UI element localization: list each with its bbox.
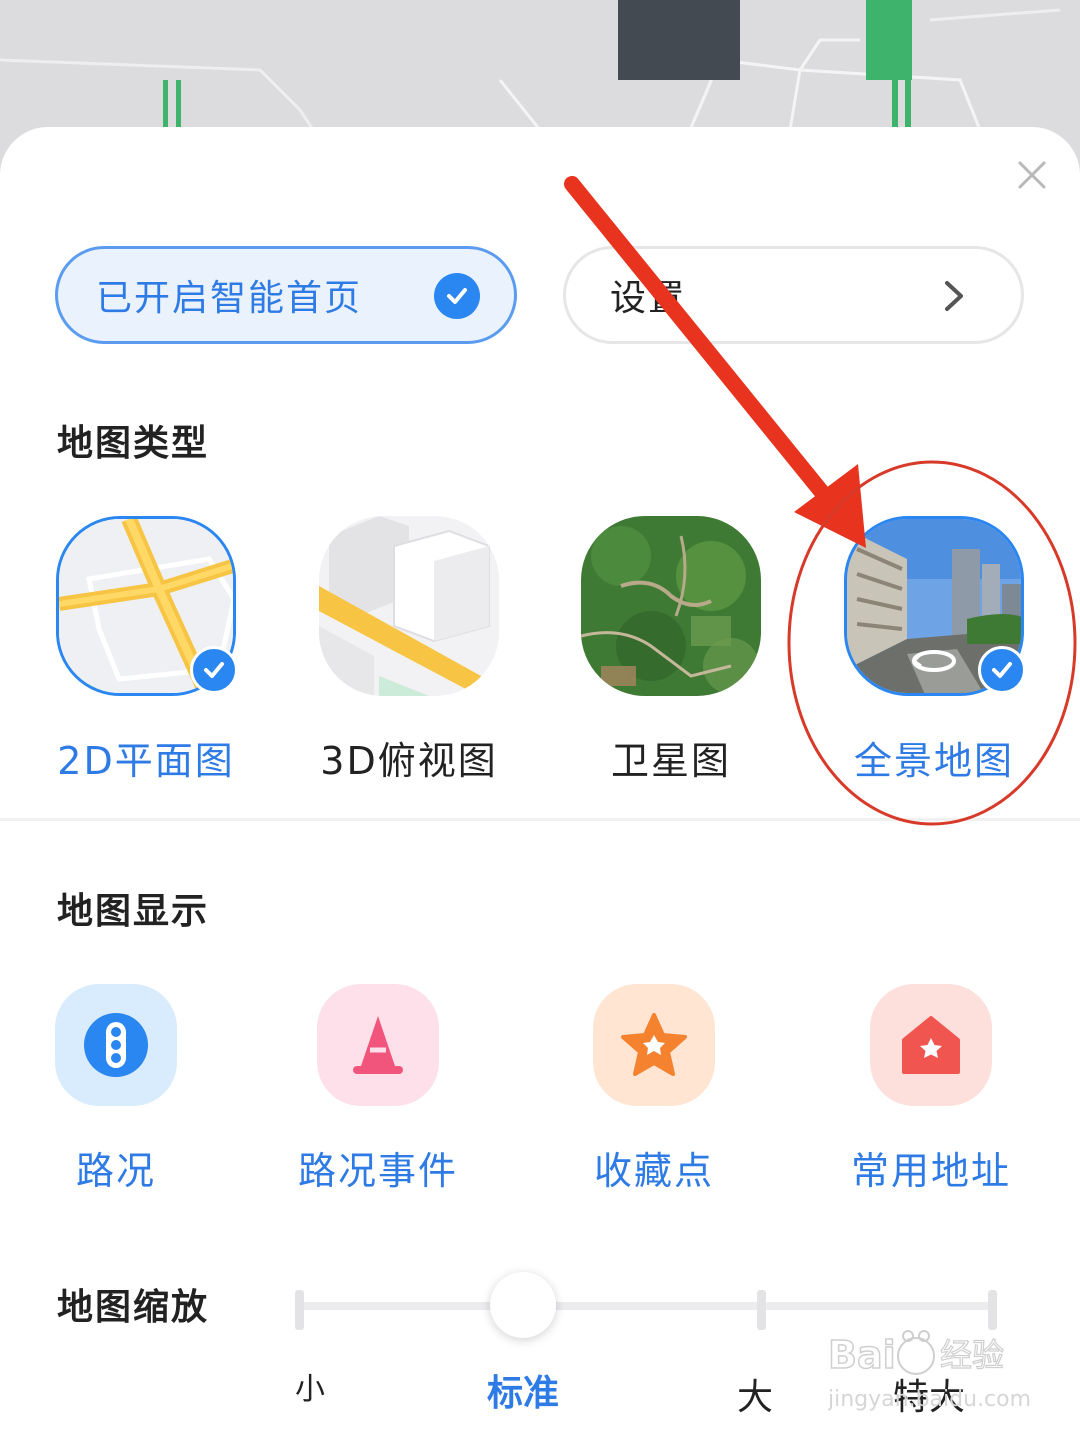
map-building (618, 0, 740, 80)
baidu-jingyan-watermark: Bai 经验 jingyan.baidu.com (828, 1330, 1031, 1412)
check-icon (978, 646, 1026, 694)
map-type-panorama-label: 全景地图 (853, 739, 1014, 783)
zoom-tick-large (757, 1290, 766, 1330)
map-display-title: 地图显示 (57, 891, 210, 932)
map-type-2d[interactable] (56, 516, 238, 696)
traffic-light-icon (84, 1013, 148, 1077)
settings-label: 设置 (610, 278, 687, 319)
zoom-level-standard[interactable]: 标准 (487, 1364, 559, 1416)
smart-home-label: 已开启智能首页 (96, 278, 363, 319)
map-type-3d[interactable] (319, 516, 499, 696)
map-type-3d-label: 3D俯视图 (320, 739, 498, 783)
star-icon (621, 1013, 687, 1076)
chevron-right-icon (945, 281, 963, 311)
settings-button[interactable]: 设置 (563, 246, 1024, 344)
map-green-line (866, 0, 912, 80)
traffic-cone-icon (353, 1016, 403, 1074)
zoom-slider-track[interactable] (298, 1302, 994, 1310)
svg-text:Bai: Bai (828, 1333, 896, 1377)
section-divider (0, 818, 1080, 821)
common-address-label: 常用地址 (850, 1149, 1011, 1193)
map-type-panorama[interactable] (844, 516, 1026, 696)
map-type-2d-label: 2D平面图 (57, 739, 235, 783)
map-type-title: 地图类型 (57, 423, 210, 464)
check-icon (434, 273, 480, 319)
home-icon (902, 1016, 960, 1074)
zoom-tick-small (295, 1290, 304, 1330)
traffic-events-label: 路况事件 (297, 1149, 458, 1193)
traffic-events-toggle[interactable] (317, 984, 439, 1106)
svg-text:经验: 经验 (940, 1336, 1004, 1374)
map-type-satellite-label: 卫星图 (610, 739, 731, 783)
smart-home-toggle[interactable]: 已开启智能首页 (55, 246, 517, 344)
close-icon[interactable] (1012, 155, 1052, 195)
favorites-label: 收藏点 (593, 1149, 714, 1193)
map-type-satellite[interactable] (581, 516, 761, 696)
map-satellite-thumbnail (581, 516, 761, 696)
svg-text:jingyan.baidu.com: jingyan.baidu.com (828, 1387, 1031, 1412)
zoom-slider-handle[interactable] (490, 1272, 556, 1338)
traffic-label: 路况 (75, 1149, 156, 1193)
check-icon (190, 646, 238, 694)
map-zoom-title: 地图缩放 (57, 1287, 210, 1328)
zoom-level-large[interactable]: 大 (737, 1368, 773, 1420)
common-address-toggle[interactable] (870, 984, 992, 1106)
traffic-toggle[interactable] (55, 984, 177, 1106)
favorites-toggle[interactable] (593, 984, 715, 1106)
zoom-level-small[interactable]: 小 (295, 1364, 325, 1408)
map-3d-thumbnail (319, 516, 499, 696)
